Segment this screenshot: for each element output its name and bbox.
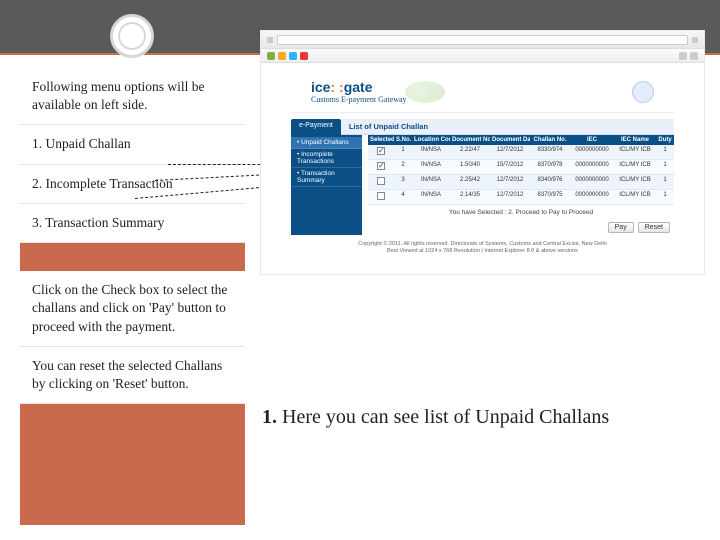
emblem-icon	[632, 81, 654, 103]
cell-docdate: 12/7/2012	[490, 145, 530, 159]
cell-sno: 2	[394, 160, 412, 174]
th-iecname: IEC Name	[614, 135, 656, 145]
th-iec: IEC	[570, 135, 614, 145]
th-sno: S.No.	[394, 135, 412, 145]
brand-logo: ice: :gate Customs E-payment Gateway	[311, 79, 407, 104]
cell-iec: 0000000000	[570, 190, 614, 204]
main-note-number: 1.	[262, 406, 277, 428]
cell-iec: 0000000000	[570, 175, 614, 189]
cell-docno: 1.50/40	[450, 160, 490, 174]
header-logo-row: ice: :gate Customs E-payment Gateway	[291, 73, 674, 113]
selection-note: You have Selected : 2. Proceed to Pay to…	[368, 205, 674, 220]
cell-challan: 8330/974	[530, 145, 570, 159]
toolbar-icon[interactable]	[690, 52, 698, 60]
intro-text: Following menu options will be available…	[20, 60, 245, 125]
cell-challan: 8370/978	[530, 160, 570, 174]
main-annotation: 1. Here you can see list of Unpaid Chall…	[262, 405, 695, 430]
instruction-pay: Click on the Check box to select the cha…	[20, 271, 245, 347]
brand-tagline: Customs E-payment Gateway	[311, 95, 407, 104]
row-checkbox[interactable]	[377, 177, 385, 185]
cell-sno: 3	[394, 175, 412, 189]
browser-toolbar	[261, 49, 704, 63]
th-docno: Document No.	[450, 135, 490, 145]
list-title: List of Unpaid Challan	[341, 119, 674, 135]
browser-tabbar	[261, 31, 704, 49]
tab-epayment[interactable]: e-Payment	[291, 119, 341, 135]
cell-location: IN/NSA	[412, 160, 450, 174]
tab-icon	[267, 37, 273, 43]
option-1: 1. Unpaid Challan	[20, 125, 245, 164]
cell-iec: 0000000000	[570, 145, 614, 159]
sidebar-item-unpaid[interactable]: • Unpaid Challans	[291, 137, 362, 149]
cell-iecname: ICL/MY ICB	[614, 160, 656, 174]
content-row: • Unpaid Challans • Incomplete Transacti…	[291, 135, 674, 235]
cell-iec: 0000000000	[570, 160, 614, 174]
cell-docno: 2.14/35	[450, 190, 490, 204]
cell-duty: 1	[656, 175, 674, 189]
table-row: 4IN/NSA2.14/3512/7/20128370/975000000000…	[368, 190, 674, 205]
decorative-ring-icon	[110, 14, 154, 58]
cell-duty: 1	[656, 145, 674, 159]
copyright: Copyright © 2011. All rights reserved. D…	[291, 235, 674, 255]
table-row: 1IN/NSA2.22/4712/7/20128330/974000000000…	[368, 145, 674, 160]
th-challan: Challan No.	[530, 135, 570, 145]
row-checkbox[interactable]	[377, 147, 385, 155]
cell-challan: 8370/975	[530, 190, 570, 204]
cell-docdate: 12/7/2012	[490, 190, 530, 204]
pay-button[interactable]: Pay	[608, 222, 634, 233]
row-checkbox[interactable]	[377, 192, 385, 200]
brand-gate: gate	[344, 79, 373, 95]
option-2: 2. Incomplete Transaction	[20, 165, 245, 204]
th-docdate: Document Date	[490, 135, 530, 145]
nav-back-icon[interactable]	[267, 52, 275, 60]
sidebar-item-summary[interactable]: • Transaction Summary	[291, 168, 362, 187]
button-row: Pay Reset	[368, 220, 674, 235]
table-row: 3IN/NSA2.25/4212/7/20128340/976000000000…	[368, 175, 674, 190]
cell-docno: 2.25/42	[450, 175, 490, 189]
cell-challan: 8340/976	[530, 175, 570, 189]
table-header: Selected : 2 S.No. Location Code Documen…	[368, 135, 674, 145]
copyright-line1: Copyright © 2011. All rights reserved. D…	[291, 241, 674, 248]
cell-iecname: ICL/MY ICB	[614, 175, 656, 189]
browser-window: ice: :gate Customs E-payment Gateway e-P…	[260, 30, 705, 275]
sidebar-item-incomplete[interactable]: • Incomplete Transactions	[291, 149, 362, 168]
side-menu: • Unpaid Challans • Incomplete Transacti…	[291, 135, 362, 235]
globe-icon	[405, 81, 445, 103]
cell-iecname: ICL/MY ICB	[614, 145, 656, 159]
toolbar-icon[interactable]	[679, 52, 687, 60]
cell-duty: 1	[656, 160, 674, 174]
nav-fwd-icon[interactable]	[278, 52, 286, 60]
nav-reload-icon[interactable]	[289, 52, 297, 60]
screenshot-area: ice: :gate Customs E-payment Gateway e-P…	[260, 30, 705, 525]
option-3: 3. Transaction Summary	[20, 204, 245, 243]
reset-button[interactable]: Reset	[638, 222, 670, 233]
main-note-text: Here you can see list of Unpaid Challans	[277, 406, 609, 428]
brand-sep: : :	[330, 79, 343, 95]
cell-docdate: 12/7/2012	[490, 175, 530, 189]
nav-home-icon[interactable]	[300, 52, 308, 60]
cell-duty: 1	[656, 190, 674, 204]
th-duty: Duty	[656, 135, 674, 145]
cell-sno: 4	[394, 190, 412, 204]
table-row: 2IN/NSA1.50/4015/7/20128370/978000000000…	[368, 160, 674, 175]
chrome-button-icon	[692, 37, 698, 43]
challan-table: Selected : 2 S.No. Location Code Documen…	[368, 135, 674, 235]
cell-docno: 2.22/47	[450, 145, 490, 159]
left-text-panel: Following menu options will be available…	[20, 60, 245, 525]
cell-iecname: ICL/MY ICB	[614, 190, 656, 204]
url-bar[interactable]	[277, 35, 688, 45]
cell-location: IN/NSA	[412, 145, 450, 159]
instruction-reset: You can reset the selected Challans by c…	[20, 347, 245, 404]
copyright-line2: Best Viewed at 1024 x 768 Resolution | I…	[291, 248, 674, 255]
th-selected: Selected : 2	[368, 135, 394, 145]
brand-ice: ice	[311, 79, 330, 95]
tabs-row: e-Payment List of Unpaid Challan	[291, 119, 674, 135]
th-location: Location Code	[412, 135, 450, 145]
page-body: ice: :gate Customs E-payment Gateway e-P…	[261, 63, 704, 261]
cell-sno: 1	[394, 145, 412, 159]
row-checkbox[interactable]	[377, 162, 385, 170]
cell-location: IN/NSA	[412, 190, 450, 204]
cell-docdate: 15/7/2012	[490, 160, 530, 174]
cell-location: IN/NSA	[412, 175, 450, 189]
